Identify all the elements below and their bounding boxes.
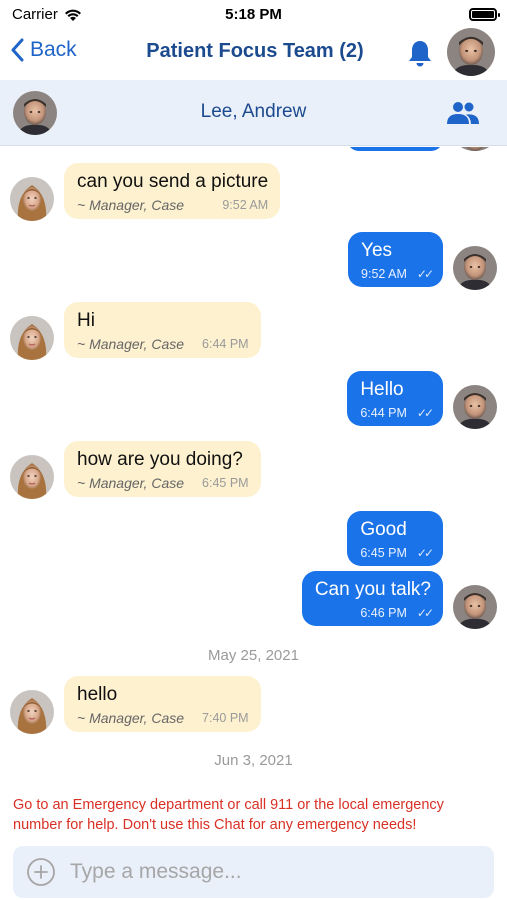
read-receipt-icon: ✓✓ [416, 406, 434, 420]
read-receipt-icon: ✓✓ [416, 546, 434, 560]
message-time: 6:45 PM [360, 546, 407, 560]
message-text: can you send a picture [77, 171, 269, 192]
bell-icon[interactable] [404, 38, 436, 70]
message-text: how are you doing? [77, 449, 243, 470]
read-receipt-icon: ✓✓ [416, 606, 434, 620]
message-text: Hi [77, 310, 95, 331]
contact-header: Lee, Andrew [0, 80, 507, 146]
user-avatar[interactable] [447, 28, 495, 76]
message-bubble-partial [347, 147, 443, 151]
message-sender: ~ Manager, Case [77, 336, 185, 352]
message-time: 7:40 PM [202, 711, 249, 725]
incoming-message-bubble[interactable]: can you send a picture ~ Manager, Case 9… [64, 163, 281, 219]
chevron-left-icon [11, 38, 24, 62]
sender-avatar [10, 316, 54, 360]
message-row: Hi ~ Manager, Case 6:44 PM [0, 302, 507, 362]
message-row: Yes 9:52 AM ✓✓ [0, 232, 507, 290]
message-time: 9:52 AM [222, 198, 269, 212]
back-label: Back [30, 38, 77, 61]
message-row: Can you talk? 6:46 PM ✓✓ [0, 571, 507, 629]
message-sender: ~ Manager, Case [77, 197, 185, 213]
page-title: Patient Focus Team (2) [146, 40, 364, 62]
message-time: 6:44 PM [202, 337, 249, 351]
sender-avatar [453, 147, 497, 151]
message-row: can you send a picture ~ Manager, Case 9… [0, 163, 507, 223]
sender-avatar [10, 177, 54, 221]
sender-avatar [453, 585, 497, 629]
date-separator: May 25, 2021 [208, 647, 299, 664]
message-text: Yes [361, 240, 393, 261]
outgoing-message-bubble[interactable]: Hello 6:44 PM ✓✓ [347, 371, 443, 426]
message-text: Good [360, 519, 407, 540]
message-sender: ~ Manager, Case [77, 710, 185, 726]
message-time: 6:46 PM [360, 606, 407, 620]
status-bar: Carrier 5:18 PM [0, 0, 507, 28]
back-button[interactable]: Back [10, 38, 77, 62]
message-list[interactable]: can you send a picture ~ Manager, Case 9… [0, 147, 507, 772]
sender-avatar [453, 246, 497, 290]
message-time: 9:52 AM [361, 267, 407, 281]
message-composer [13, 846, 494, 898]
group-members-icon[interactable] [446, 100, 480, 126]
battery-icon [469, 8, 500, 21]
message-time: 6:45 PM [202, 476, 249, 490]
message-row: Hello 6:44 PM ✓✓ [0, 371, 507, 429]
message-input[interactable] [70, 854, 470, 890]
contact-name: Lee, Andrew [200, 101, 307, 122]
message-text: Hello [360, 379, 404, 400]
outgoing-message-bubble[interactable]: Can you talk? 6:46 PM ✓✓ [301, 571, 443, 626]
add-attachment-icon[interactable] [26, 857, 56, 887]
message-row: Good 6:45 PM ✓✓ [0, 511, 507, 569]
message-time: 6:44 PM [360, 406, 407, 420]
incoming-message-bubble[interactable]: hello ~ Manager, Case 7:40 PM [64, 676, 261, 732]
sender-avatar [10, 455, 54, 499]
message-sender: ~ Manager, Case [77, 475, 185, 491]
message-text: hello [77, 684, 118, 705]
message-row: how are you doing? ~ Manager, Case 6:45 … [0, 441, 507, 501]
date-separator: Jun 3, 2021 [214, 752, 293, 769]
outgoing-message-bubble[interactable]: Yes 9:52 AM ✓✓ [348, 232, 443, 287]
read-receipt-icon: ✓✓ [416, 267, 434, 281]
outgoing-message-bubble[interactable]: Good 6:45 PM ✓✓ [347, 511, 443, 566]
sender-avatar [10, 690, 54, 734]
emergency-disclaimer: Go to an Emergency department or call 91… [13, 797, 444, 833]
sender-avatar [453, 385, 497, 429]
incoming-message-bubble[interactable]: Hi ~ Manager, Case 6:44 PM [64, 302, 261, 358]
message-text: Can you talk? [314, 579, 431, 600]
navigation-bar: Back Patient Focus Team (2) [0, 28, 507, 80]
status-time: 5:18 PM [225, 6, 282, 23]
incoming-message-bubble[interactable]: how are you doing? ~ Manager, Case 6:45 … [64, 441, 261, 497]
message-row: hello ~ Manager, Case 7:40 PM [0, 676, 507, 736]
